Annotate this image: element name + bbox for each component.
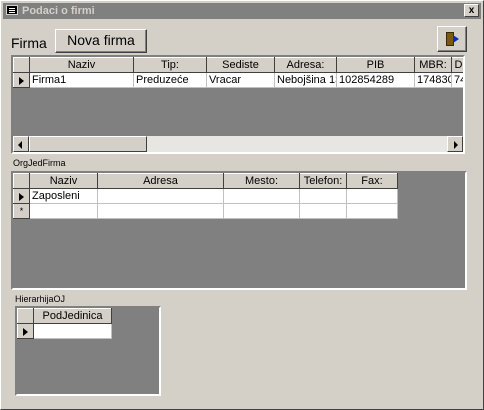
cell-telefon[interactable] <box>299 188 347 204</box>
cell-d[interactable]: 74 <box>451 72 463 88</box>
column-header[interactable]: Telefon: <box>299 173 347 189</box>
header-corner <box>13 57 30 73</box>
current-record-icon <box>19 76 24 85</box>
cell-naziv[interactable]: Firma1 <box>29 72 134 88</box>
column-header[interactable]: Tip: <box>133 57 207 73</box>
column-header[interactable]: Sediste <box>206 57 275 73</box>
arrow-left-icon <box>18 141 22 149</box>
title-bar: Podaci o firmi x <box>3 3 481 19</box>
exit-door-icon <box>446 32 459 46</box>
record-selector[interactable] <box>13 188 30 204</box>
column-header[interactable]: Adresa <box>97 173 224 189</box>
cell-mesto[interactable] <box>223 188 300 204</box>
column-header[interactable]: Fax: <box>346 173 398 189</box>
current-record-icon <box>19 192 24 201</box>
firma-datasheet: Naziv Tip: Sediste Adresa: PIB MBR: D Fi… <box>11 55 465 154</box>
column-header[interactable]: PIB <box>336 57 415 73</box>
cell-sediste[interactable]: Vracar <box>206 72 275 88</box>
window-title: Podaci o firmi <box>22 5 95 17</box>
close-button[interactable]: x <box>464 4 479 17</box>
scroll-thumb[interactable] <box>29 136 147 152</box>
orgjed-table: Naziv Adresa Mesto: Telefon: Fax: Zaposl… <box>13 173 398 219</box>
horizontal-scrollbar[interactable] <box>13 136 463 152</box>
firma-header-row: Naziv Tip: Sediste Adresa: PIB MBR: D <box>13 57 463 73</box>
current-record-icon <box>23 327 28 336</box>
new-cell[interactable] <box>346 203 398 219</box>
new-record-row: * <box>13 203 398 219</box>
table-row: Zaposleni <box>13 188 398 204</box>
orgjed-label: OrgJedFirma <box>13 158 66 168</box>
cell-podjedinica[interactable] <box>33 323 112 339</box>
record-selector[interactable] <box>13 72 30 88</box>
cell-mbr[interactable]: 17483003 <box>414 72 452 88</box>
new-cell[interactable] <box>97 203 224 219</box>
hijerarhija-label: HierarhijaOJ <box>15 294 66 304</box>
header-corner <box>13 173 30 189</box>
firma-table: Naziv Tip: Sediste Adresa: PIB MBR: D Fi… <box>13 57 463 88</box>
column-header[interactable]: Naziv <box>29 173 98 189</box>
record-selector[interactable] <box>17 323 34 339</box>
column-header[interactable]: Mesto: <box>223 173 300 189</box>
form-window: Podaci o firmi x Firma Nova firma Naziv … <box>0 0 484 410</box>
cell-pib[interactable]: 102854289 <box>336 72 415 88</box>
nova-firma-button[interactable]: Nova firma <box>55 29 147 53</box>
exit-button[interactable] <box>437 26 467 52</box>
new-record-icon[interactable]: * <box>13 203 30 219</box>
arrow-right-icon <box>454 141 458 149</box>
scroll-right-button[interactable] <box>447 136 463 152</box>
column-header[interactable]: MBR: <box>414 57 452 73</box>
cell-adresa[interactable]: Nebojšina 13 <box>274 72 337 88</box>
hijerarhija-table: PodJedinica <box>17 308 112 339</box>
column-header[interactable]: PodJedinica <box>33 308 112 324</box>
header-corner <box>17 308 34 324</box>
new-cell[interactable] <box>29 203 98 219</box>
column-header[interactable]: D <box>451 57 463 73</box>
firma-label: Firma <box>11 35 47 51</box>
orgjed-header-row: Naziv Adresa Mesto: Telefon: Fax: <box>13 173 398 189</box>
column-header[interactable]: Naziv <box>29 57 134 73</box>
table-row: Firma1 Preduzeće Vracar Nebojšina 13 102… <box>13 72 463 88</box>
hijerarhija-header-row: PodJedinica <box>17 308 112 324</box>
table-row <box>17 323 112 339</box>
scroll-left-button[interactable] <box>13 136 29 152</box>
cell-tip[interactable]: Preduzeće <box>133 72 207 88</box>
cell-adresa[interactable] <box>97 188 224 204</box>
form-icon <box>6 5 18 15</box>
orgjed-subform: Naziv Adresa Mesto: Telefon: Fax: Zaposl… <box>11 171 467 290</box>
cell-fax[interactable] <box>346 188 398 204</box>
cell-naziv[interactable]: Zaposleni <box>29 188 98 204</box>
hijerarhija-subform: PodJedinica <box>15 306 161 396</box>
new-cell[interactable] <box>223 203 300 219</box>
new-cell[interactable] <box>299 203 347 219</box>
column-header[interactable]: Adresa: <box>274 57 337 73</box>
